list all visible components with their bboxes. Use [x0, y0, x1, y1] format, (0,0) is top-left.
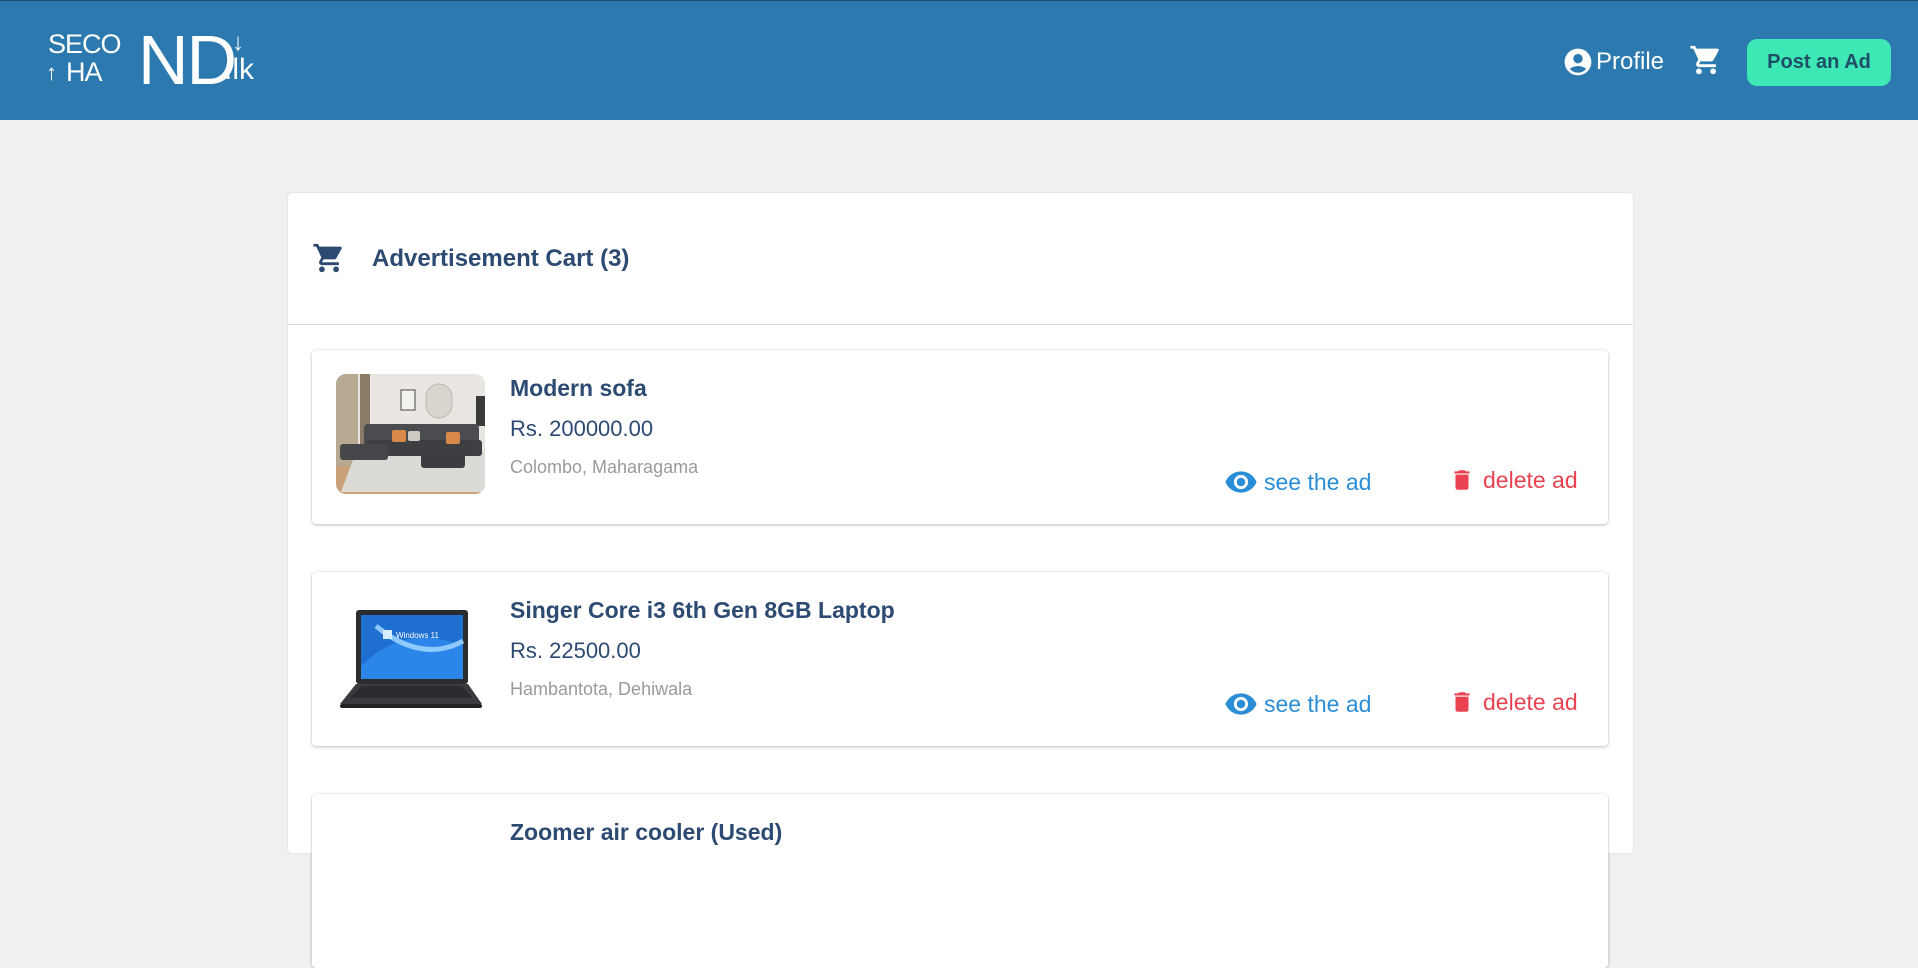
trash-icon [1454, 470, 1470, 490]
cart-header: Advertisement Cart (3) [288, 193, 1633, 325]
ad-title[interactable]: Zoomer air cooler (Used) [510, 819, 782, 846]
laptop-photo[interactable]: Windows 11 [336, 596, 485, 716]
logo-arrow-down-icon: ↓ [232, 29, 244, 56]
see-ad-label: see the ad [1264, 690, 1372, 717]
ad-price: Rs. 22500.00 [510, 638, 641, 663]
profile-link[interactable]: Profile [1562, 45, 1664, 79]
logo-arrow-up-icon: ↑ [46, 60, 57, 85]
ad-location: Colombo, Maharagama [510, 457, 699, 477]
logo-text-big: ND [138, 21, 237, 99]
delete-ad-button[interactable]: delete ad [1449, 687, 1578, 717]
cart-item: Zoomer air cooler (Used) [312, 794, 1608, 968]
windows-screen-text: Windows 11 [396, 631, 440, 640]
see-ad-label: see the ad [1264, 468, 1372, 495]
ad-title[interactable]: Modern sofa [510, 375, 647, 402]
eye-icon [1225, 693, 1257, 715]
see-ad-button[interactable]: see the ad [1224, 687, 1371, 721]
top-navbar: SECO ↑ HA ND ↓ .lk Profile Post an Ad [0, 0, 1918, 120]
cart-button[interactable] [1689, 43, 1723, 77]
site-logo[interactable]: SECO ↑ HA ND ↓ .lk [46, 25, 266, 95]
profile-label: Profile [1596, 48, 1665, 75]
ad-location: Hambantota, Dehiwala [510, 679, 693, 699]
cart-panel: Advertisement Cart (3) Modern sofa Rs. 2… [288, 193, 1633, 968]
ad-price: Rs. 200000.00 [510, 416, 654, 441]
air-cooler-photo[interactable] [336, 818, 485, 938]
eye-icon [1225, 471, 1257, 493]
trash-icon [1454, 692, 1470, 712]
account-circle-icon [1562, 46, 1594, 78]
post-ad-button[interactable]: Post an Ad [1747, 39, 1891, 86]
shopping-cart-icon [313, 243, 342, 273]
see-ad-button[interactable]: see the ad [1224, 465, 1371, 499]
logo-text-line1: SECO [48, 29, 122, 59]
delete-ad-label: delete ad [1483, 466, 1578, 493]
cart-title: Advertisement Cart (3) [372, 245, 630, 272]
cart-item: Modern sofa Rs. 200000.00 Colombo, Mahar… [312, 350, 1608, 524]
shopping-cart-icon [1690, 45, 1719, 75]
logo-text-line2: HA [66, 57, 103, 87]
delete-ad-button[interactable]: delete ad [1449, 465, 1578, 495]
logo-text-tld: .lk [224, 53, 254, 86]
ad-title[interactable]: Singer Core i3 6th Gen 8GB Laptop [510, 597, 895, 624]
sofa-photo[interactable] [336, 374, 485, 494]
delete-ad-label: delete ad [1483, 688, 1578, 715]
cart-item: Windows 11 Singer Core i3 6th Gen 8GB La… [312, 572, 1608, 746]
